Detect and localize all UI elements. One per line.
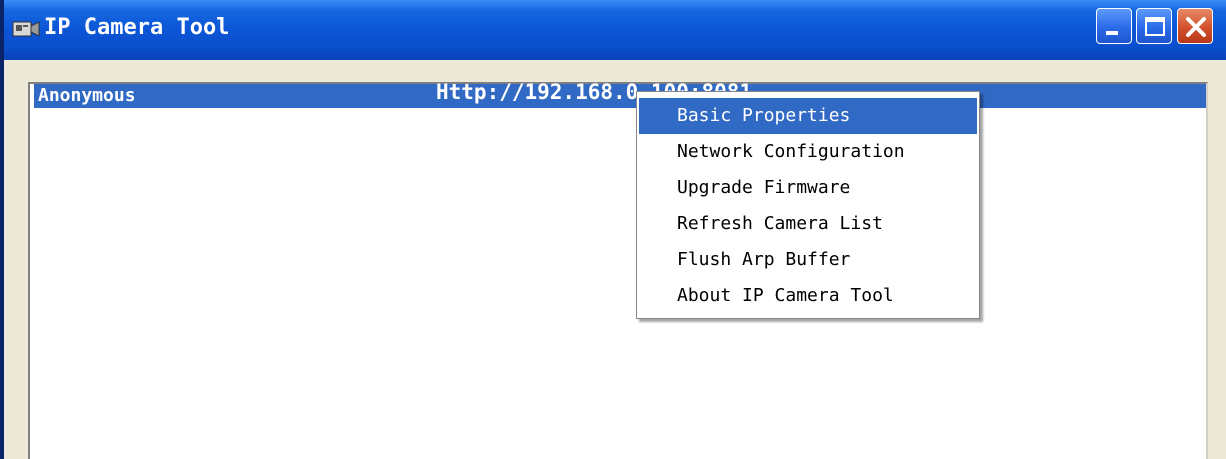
menu-item-upgrade-firmware[interactable]: Upgrade Firmware [639,170,977,206]
maximize-icon [1145,17,1165,36]
menu-item-label: Upgrade Firmware [677,177,851,198]
menu-item-label: Basic Properties [677,105,851,126]
menu-item-label: Refresh Camera List [677,213,883,234]
camera-app-icon[interactable] [12,18,40,40]
menu-item-about[interactable]: About IP Camera Tool [639,278,977,314]
camera-list[interactable] [28,82,1208,459]
menu-item-basic-properties[interactable]: Basic Properties [639,98,977,134]
maximize-button[interactable] [1136,8,1172,44]
menu-item-label: Flush Arp Buffer [677,249,851,270]
minimize-icon [1106,31,1118,35]
minimize-button[interactable] [1096,8,1132,44]
menu-item-flush-arp-buffer[interactable]: Flush Arp Buffer [639,242,977,278]
close-button[interactable] [1177,8,1213,44]
menu-item-network-configuration[interactable]: Network Configuration [639,134,977,170]
window-title: IP Camera Tool [44,15,230,40]
close-icon [1186,17,1206,37]
title-bar[interactable]: IP Camera Tool [4,0,1226,60]
app-window: IP Camera Tool Anonymous Http://192.168.… [0,0,1226,459]
menu-item-refresh-camera-list[interactable]: Refresh Camera List [639,206,977,242]
menu-item-label: Network Configuration [677,141,905,162]
context-menu: Basic Properties Network Configuration U… [636,91,980,319]
menu-item-label: About IP Camera Tool [677,285,894,306]
camera-name: Anonymous [38,85,136,106]
